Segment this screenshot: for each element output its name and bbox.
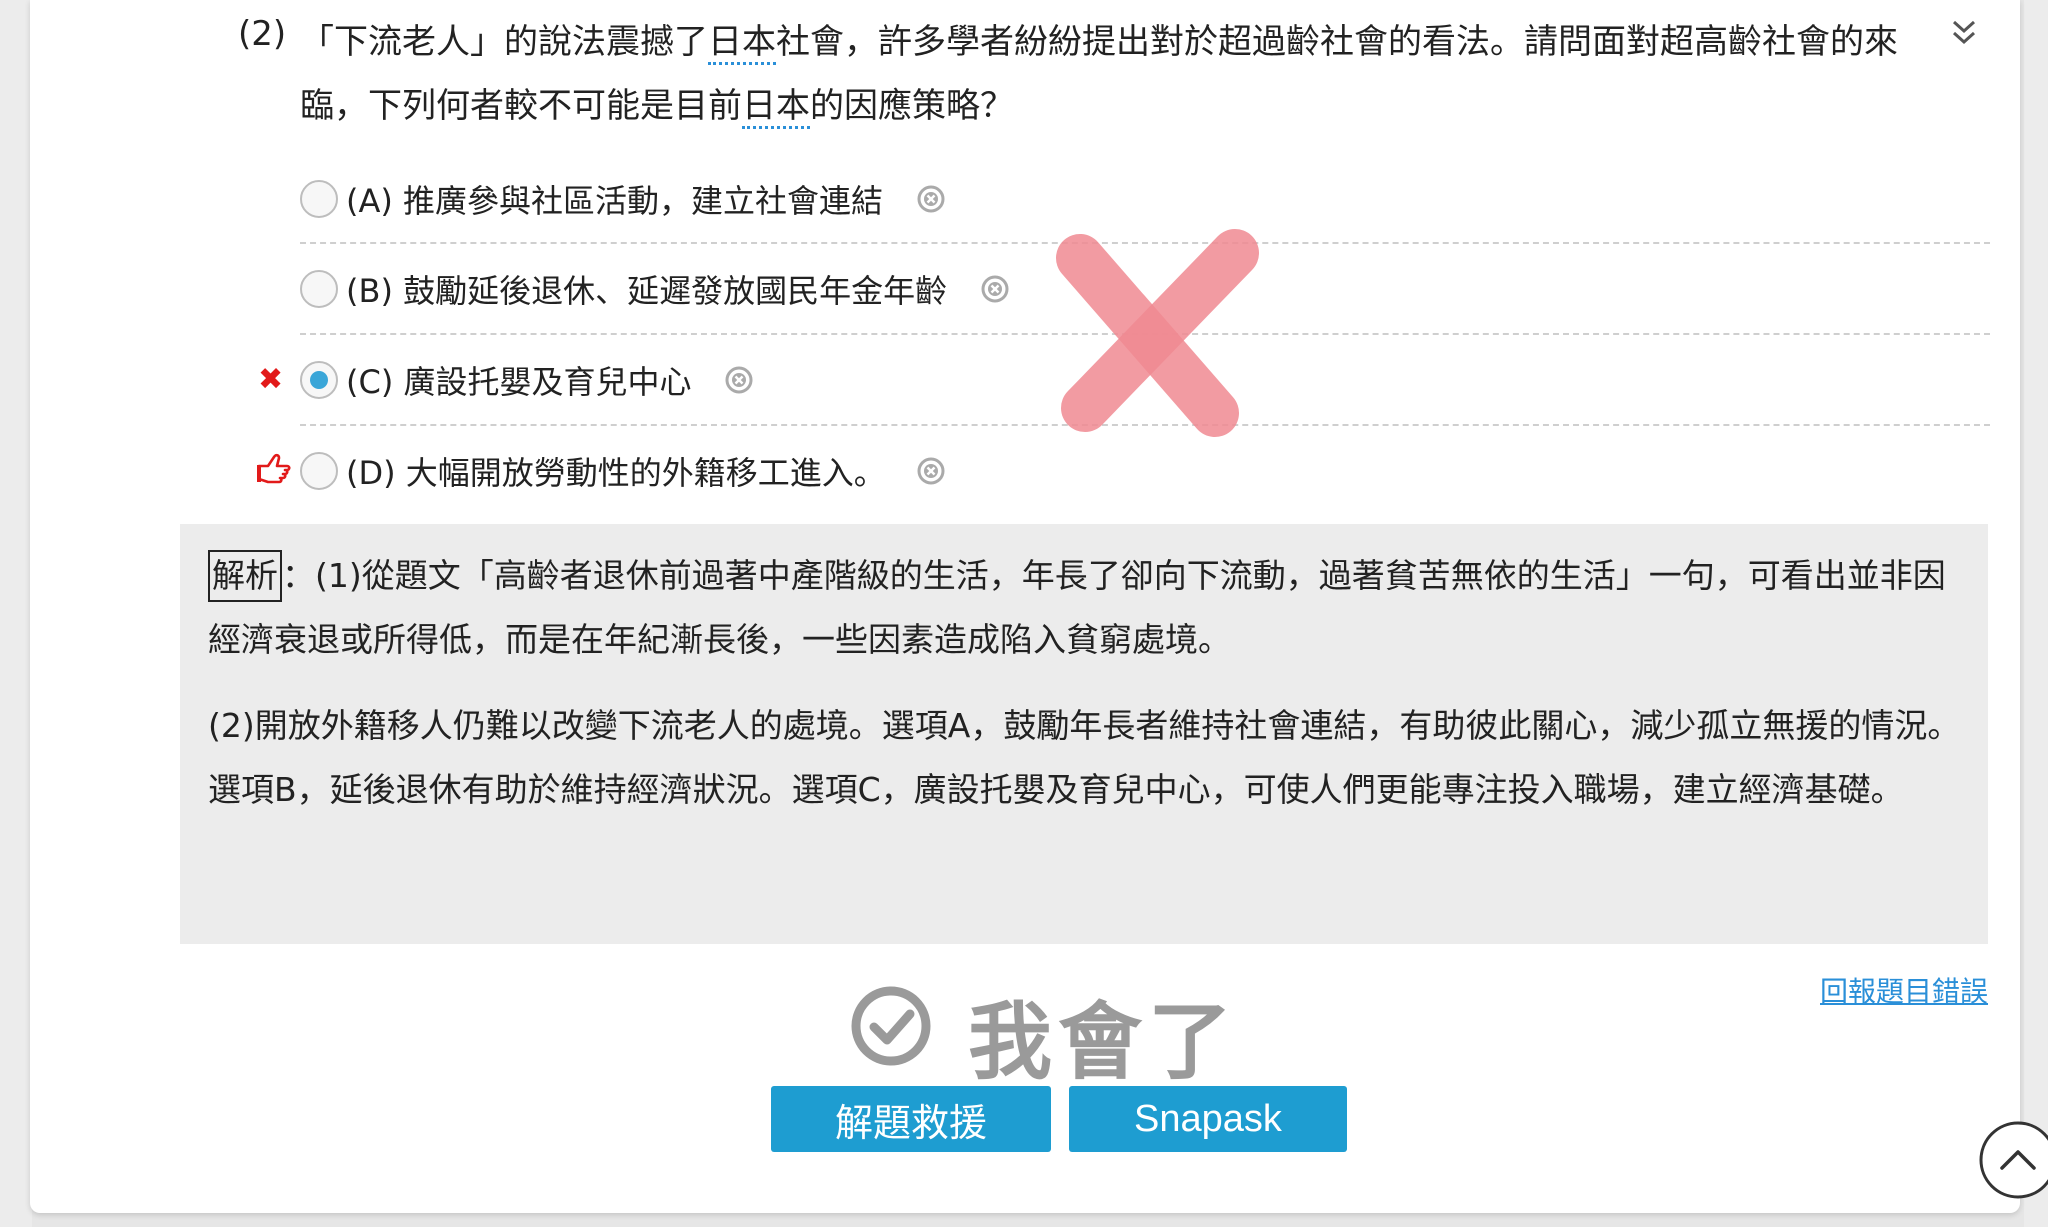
analysis-panel: 解析 ：(1)從題文「高齡者退休前過著中產階級的生活，年長了卻向下流動，過著貧苦無… xyxy=(180,524,1988,944)
eliminate-option-a-icon[interactable] xyxy=(916,184,946,214)
eliminate-option-d-icon[interactable] xyxy=(916,456,946,486)
glossary-term-japan[interactable]: 日本 xyxy=(708,22,776,65)
option-a-label: (A) 推廣參與社區活動，建立社會連結 xyxy=(346,182,884,220)
question-text-part3: 的因應策略？ xyxy=(810,86,1014,126)
report-error-link[interactable]: 回報題目錯誤 xyxy=(1820,970,1988,1010)
analysis-paragraph-1: 解析 ：(1)從題文「高齡者退休前過著中產階級的生活，年長了卻向下流動，過著貧苦無… xyxy=(208,544,1968,672)
background-right-decoration xyxy=(2024,0,2048,1227)
scroll-to-top-icon[interactable] xyxy=(1978,1120,2048,1200)
wrong-answer-mark-icon: ✖ xyxy=(258,362,284,397)
question-text-part1: 「下流老人」的說法震撼了 xyxy=(300,22,708,62)
eliminate-option-b-icon[interactable] xyxy=(980,274,1010,304)
glossary-term-japan-2[interactable]: 日本 xyxy=(742,86,810,129)
solution-help-button[interactable]: 解題救援 xyxy=(771,1086,1051,1152)
option-a-radio[interactable] xyxy=(300,180,338,218)
snapask-button[interactable]: Snapask xyxy=(1069,1086,1347,1152)
option-c-radio[interactable] xyxy=(300,361,338,399)
background-left-decoration xyxy=(0,0,32,1227)
option-c-label: (C) 廣設托嬰及育兒中心 xyxy=(346,363,692,401)
option-d-label: (D) 大幅開放勞動性的外籍移工進入。 xyxy=(346,454,886,492)
understood-label: 我會了 xyxy=(968,993,1239,1091)
option-b-label: (B) 鼓勵延後退休、延遲發放國民年金年齡 xyxy=(346,272,948,310)
option-d-radio[interactable] xyxy=(300,452,338,490)
analysis-paragraph-2: (2)開放外籍移人仍難以改變下流老人的處境。選項A，鼓勵年長者維持社會連結，有助… xyxy=(208,706,1961,809)
check-circle-icon xyxy=(851,986,931,1066)
correct-answer-pointer-icon xyxy=(257,453,291,484)
question-number: (2) xyxy=(238,14,287,54)
option-a[interactable]: (A) 推廣參與社區活動，建立社會連結 xyxy=(300,170,1990,230)
option-b-radio[interactable] xyxy=(300,270,338,308)
collapse-chevron-icon[interactable] xyxy=(1950,18,1978,48)
question-card: (2) 「下流老人」的說法震撼了日本社會，許多學者紛紛提出對於超過齡社會的看法。… xyxy=(30,0,2048,1213)
analysis-text-1: ：(1)從題文「高齡者退休前過著中產階級的生活，年長了卻向下流動，過著貧苦無依的… xyxy=(208,556,1946,659)
eliminate-option-c-icon[interactable] xyxy=(724,365,754,395)
question-text: 「下流老人」的說法震撼了日本社會，許多學者紛紛提出對於超過齡社會的看法。請問面對… xyxy=(300,10,1930,138)
analysis-tag: 解析 xyxy=(208,550,282,602)
incorrect-big-cross-icon xyxy=(1056,229,1259,437)
option-d[interactable]: (D) 大幅開放勞動性的外籍移工進入。 xyxy=(300,442,1990,502)
